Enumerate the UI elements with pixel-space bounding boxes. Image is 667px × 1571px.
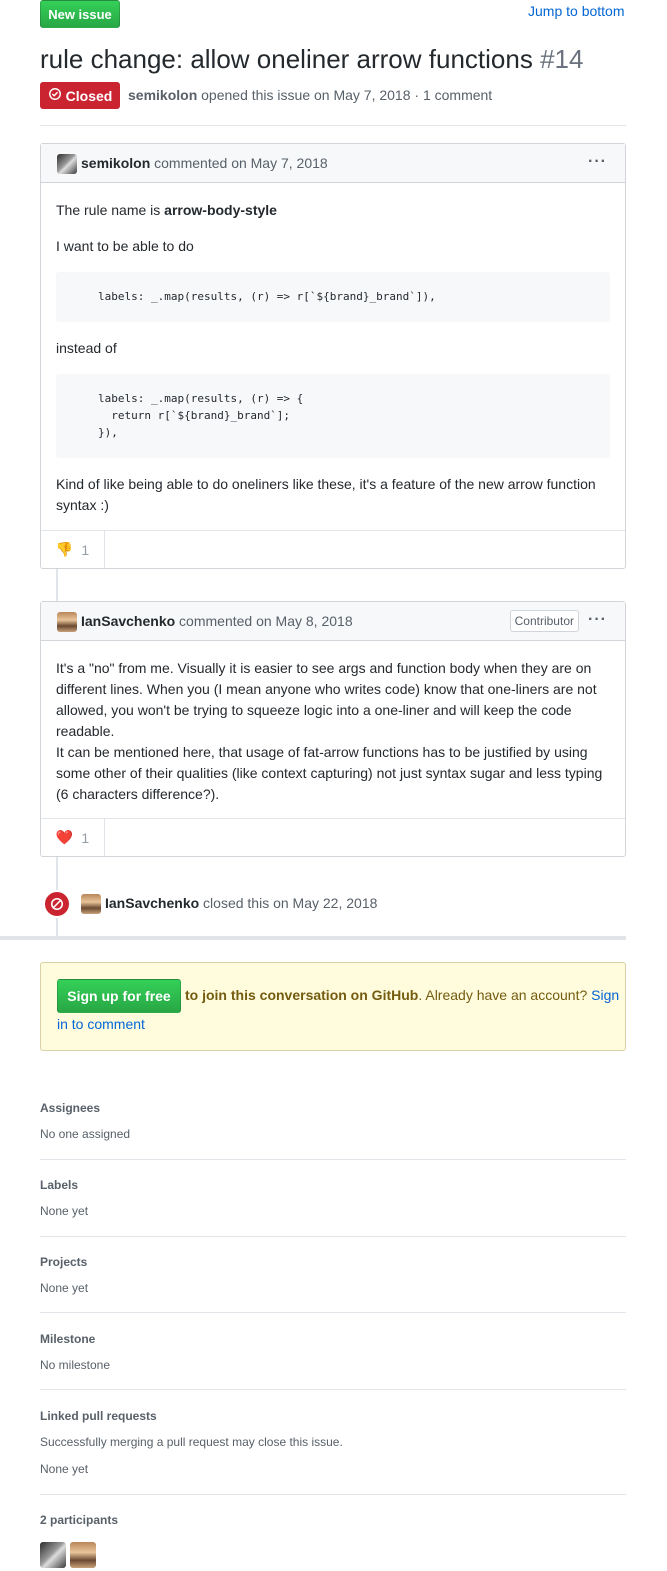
rule-name: arrow-body-style — [164, 202, 277, 218]
reaction-count: 1 — [81, 541, 90, 558]
event-actor-link[interactable]: IanSavchenko — [105, 895, 199, 911]
code-block: labels: _.map(results, (r) => r[`${brand… — [56, 272, 610, 322]
closed-event-text: IanSavchenko closed this on May 22, 2018 — [105, 895, 377, 911]
closed-event-icon — [43, 890, 71, 918]
assignees-heading[interactable]: Assignees — [40, 1101, 100, 1115]
sign-in-link[interactable]: Sign — [591, 987, 619, 1003]
divider — [40, 1312, 626, 1313]
comment-text: It can be mentioned here, that usage of … — [56, 744, 588, 760]
comment-author-link[interactable]: semikolon — [81, 155, 150, 171]
issue-opened-text: opened this issue on May 7, 2018 · 1 com… — [201, 87, 493, 103]
issue-author-link[interactable]: semikolon — [128, 87, 197, 103]
issue-meta: semikolon opened this issue on May 7, 20… — [128, 87, 492, 103]
linked-prs-heading[interactable]: Linked pull requests — [40, 1409, 157, 1423]
comment-text: readable. — [56, 723, 115, 739]
divider — [40, 1236, 626, 1237]
comment-text: instead of — [56, 340, 117, 356]
reaction-button[interactable]: 👎 1 — [41, 531, 105, 568]
comment-author-link[interactable]: IanSavchenko — [81, 613, 175, 629]
thumbs-down-icon: 👎 — [55, 541, 74, 557]
status-label: Closed — [65, 87, 113, 104]
comment-header: IanSavchenko commented on May 8, 2018 Co… — [41, 602, 625, 641]
comment-date-link[interactable]: on May 8, 2018 — [256, 613, 353, 629]
comment-action: commented — [154, 155, 228, 171]
divider — [40, 1389, 626, 1390]
comment-author-line: semikolon commented on May 7, 2018 — [81, 155, 328, 171]
timeline-connector — [56, 568, 58, 602]
comment-text: different lines. When you (I mean anyone… — [56, 681, 597, 697]
new-issue-button[interactable]: New issue — [40, 0, 120, 28]
comment-footer: ❤️ 1 — [41, 818, 625, 856]
comment-author-line: IanSavchenko commented on May 8, 2018 — [81, 613, 353, 629]
issue-number: #14 — [540, 44, 584, 74]
issue-title-text: rule change: allow oneliner arrow functi… — [40, 44, 533, 74]
comment-text: It's a "no" from me. Visually it is easi… — [56, 660, 592, 676]
avatar[interactable] — [81, 894, 101, 914]
milestone-value: No milestone — [40, 1358, 111, 1372]
divider — [40, 125, 626, 126]
projects-value: None yet — [40, 1281, 89, 1295]
avatar[interactable] — [57, 154, 77, 174]
code-block: labels: _.map(results, (r) => { return r… — [56, 374, 610, 458]
signup-rest: . Already have an account? — [418, 987, 592, 1003]
more-options-icon[interactable]: ··· — [588, 153, 607, 171]
milestone-heading[interactable]: Milestone — [40, 1332, 95, 1346]
divider — [40, 1494, 626, 1495]
labels-value: None yet — [40, 1204, 89, 1218]
sign-in-link[interactable]: in to comment — [57, 1016, 145, 1032]
jump-to-bottom-link[interactable]: Jump to bottom — [528, 3, 625, 19]
participants-heading: 2 participants — [40, 1513, 119, 1527]
comment-date-link[interactable]: on May 7, 2018 — [231, 155, 328, 171]
divider — [40, 1159, 626, 1160]
event-date-link[interactable]: on May 22, 2018 — [273, 895, 377, 911]
reaction-count: 1 — [81, 829, 90, 846]
comment-header: semikolon commented on May 7, 2018 ··· — [41, 144, 625, 183]
comment-action: commented — [179, 613, 253, 629]
sign-up-button[interactable]: Sign up for free — [57, 979, 181, 1013]
participant-avatar[interactable] — [70, 1542, 96, 1568]
linked-prs-value: None yet — [40, 1462, 89, 1476]
event-action: closed this — [203, 895, 270, 911]
timeline-end-divider — [0, 936, 626, 940]
comment-box: IanSavchenko commented on May 8, 2018 Co… — [40, 601, 626, 857]
reaction-button[interactable]: ❤️ 1 — [41, 819, 105, 856]
comment-text: Kind of like being able to do oneliners … — [56, 476, 596, 492]
comment-text: some other of their qualities (like cont… — [56, 765, 603, 781]
comment-box: semikolon commented on May 7, 2018 ··· T… — [40, 143, 626, 569]
closed-issue-icon — [48, 87, 62, 104]
avatar[interactable] — [57, 612, 77, 632]
heart-icon: ❤️ — [55, 829, 74, 845]
signup-text: to join this conversation on GitHub. Alr… — [185, 987, 619, 1003]
comment-footer: 👎 1 — [41, 530, 625, 568]
text-span: The rule name is — [56, 202, 165, 218]
comment-text: I want to be able to do — [56, 238, 194, 254]
comment-text: The rule name is arrow-body-style — [56, 200, 277, 221]
comment-text: allowed, you won't be trying to squeeze … — [56, 702, 572, 718]
projects-heading[interactable]: Projects — [40, 1255, 87, 1269]
issue-title: rule change: allow oneliner arrow functi… — [40, 42, 583, 76]
more-options-icon[interactable]: ··· — [588, 611, 607, 629]
linked-prs-note: Successfully merging a pull request may … — [40, 1435, 343, 1449]
comment-text: (6 characters difference?). — [56, 786, 220, 802]
assignees-value: No one assigned — [40, 1127, 131, 1141]
status-badge: Closed — [40, 82, 120, 109]
contributor-badge: Contributor — [509, 610, 579, 632]
participant-avatar[interactable] — [40, 1542, 66, 1568]
labels-heading[interactable]: Labels — [40, 1178, 78, 1192]
signup-bold: to join this conversation on GitHub — [185, 987, 419, 1003]
comment-text: syntax :) — [56, 497, 109, 513]
signup-banner: Sign up for free to join this conversati… — [40, 962, 626, 1051]
